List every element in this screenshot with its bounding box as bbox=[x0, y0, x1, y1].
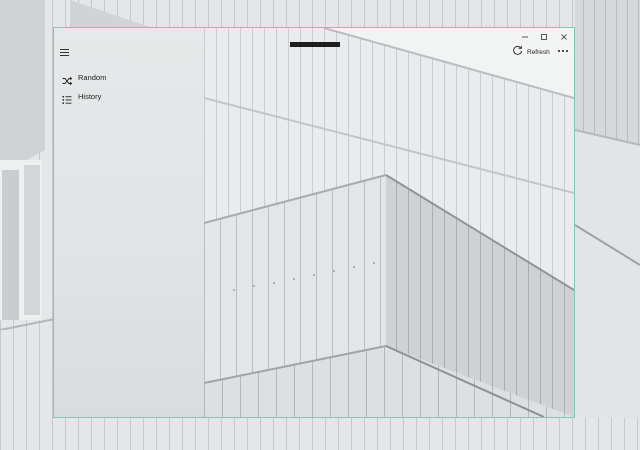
wallpaper-preview-image bbox=[204, 28, 574, 417]
shuffle-icon bbox=[62, 73, 73, 85]
refresh-icon bbox=[512, 43, 523, 61]
more-icon bbox=[558, 50, 560, 52]
navigation-pane: Random History bbox=[54, 28, 204, 417]
nav-item-label: Random bbox=[78, 73, 107, 82]
more-icon bbox=[562, 50, 564, 52]
refresh-button[interactable]: Refresh bbox=[512, 44, 550, 60]
nav-item-random[interactable]: Random bbox=[54, 68, 204, 87]
app-window: Random History Refresh bbox=[53, 27, 575, 418]
nav-item-label: History bbox=[78, 92, 102, 101]
nav-item-history[interactable]: History bbox=[54, 87, 204, 106]
refresh-label: Refresh bbox=[527, 48, 550, 56]
title-drag-handle[interactable] bbox=[290, 42, 340, 47]
hamburger-icon[interactable] bbox=[60, 47, 72, 59]
more-button[interactable] bbox=[556, 45, 570, 57]
list-icon bbox=[62, 92, 72, 104]
more-icon bbox=[566, 50, 568, 52]
